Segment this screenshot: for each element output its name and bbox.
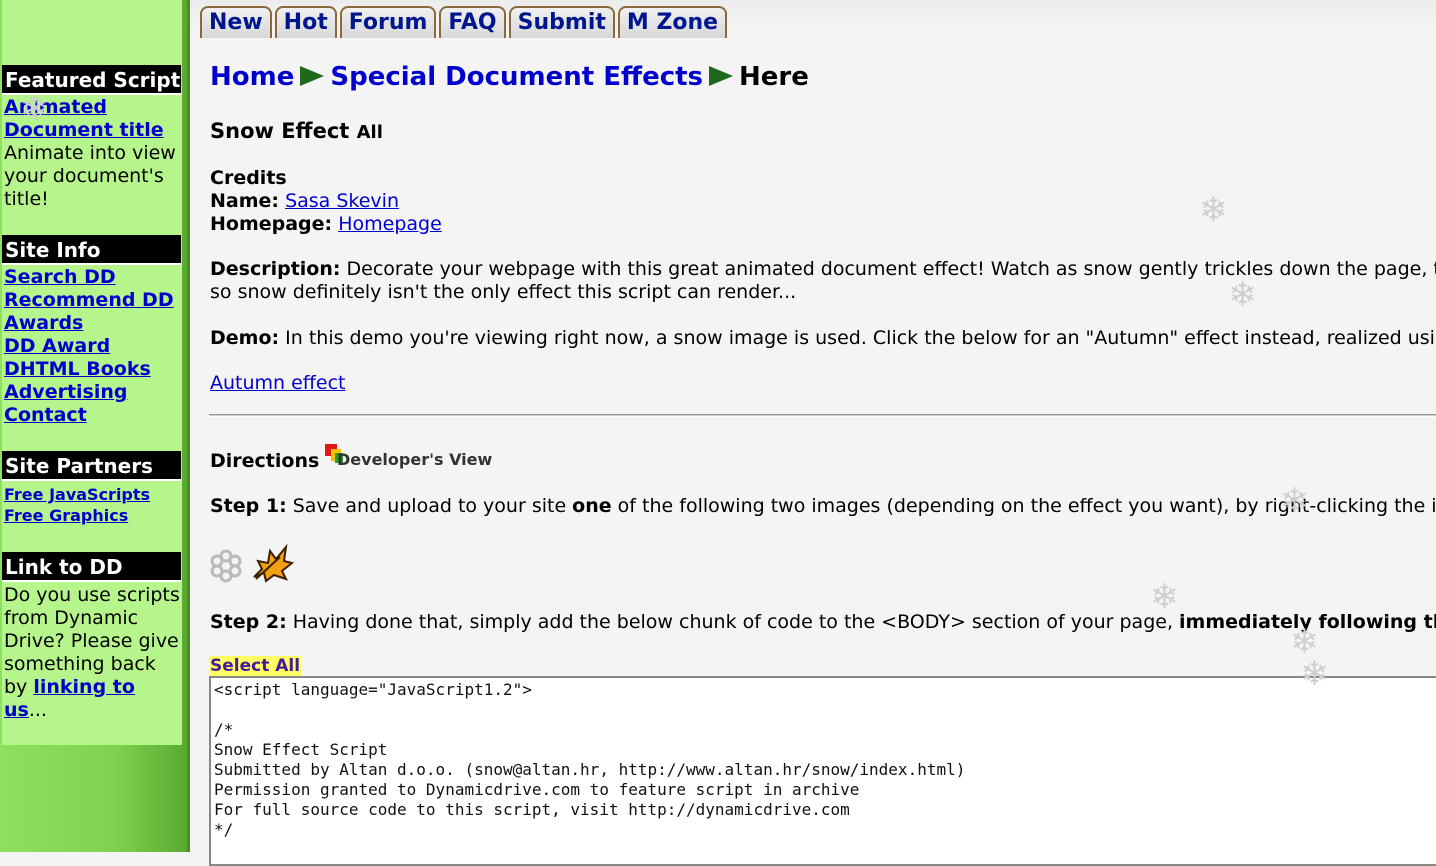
sidebar-item-advertising[interactable]: Advertising [4,381,174,404]
breadcrumb: Home Special Document Effects Here [210,62,809,92]
site-info-links: Search DD Recommend DD Awards DD Award D… [4,266,174,427]
credits-block: Credits Name: Sasa Skevin Homepage: Home… [210,167,442,236]
site-info-heading: Site Info [2,235,181,265]
link-to-dd-line: something back [4,653,182,676]
autumn-leaf-image[interactable] [250,543,294,583]
link-to-dd-text: Do you use scripts from Dynamic Drive? P… [4,584,182,722]
link-to-dd-line: Do you use scripts [4,584,182,607]
falling-snowflake-icon: ❄ [1228,278,1257,312]
description-label: Description: [210,258,341,280]
demo: Demo: In this demo you're viewing right … [210,327,1436,350]
breadcrumb-arrow-icon [300,66,324,86]
tab-forum[interactable]: Forum [340,6,437,38]
link-to-dd-line: from Dynamic [4,607,182,630]
sidebar-item-awards[interactable]: Awards [4,312,174,335]
code-textarea[interactable]: <script language="JavaScript1.2"> /* Sno… [209,676,1436,866]
step-2: Step 2: Having done that, simply add the… [210,611,1436,634]
sidebar-item-search-dd[interactable]: Search DD [4,266,174,289]
link-to-dd-heading: Link to DD [2,552,181,582]
falling-snowflake-icon: ❄ [1199,193,1228,227]
step-1: Step 1: Save and upload to your site one… [210,495,1436,518]
sidebar-item-free-javascripts[interactable]: Free JavaScripts [4,484,150,505]
demo-label: Demo: [210,327,279,349]
tab-faq[interactable]: FAQ [439,6,505,38]
sidebar-item-contact[interactable]: Contact [4,404,174,427]
tab-hot[interactable]: Hot [275,6,337,38]
falling-snowflake-icon: ❄ [1280,484,1309,518]
falling-snowflake-icon: ❄ [1150,580,1179,614]
sidebar-item-dhtml-books[interactable]: DHTML Books [4,358,174,381]
link-to-dd-line: Drive? Please give [4,630,182,653]
sidebar-item-recommend-dd[interactable]: Recommend DD [4,289,174,312]
breadcrumb-arrow-icon [709,66,733,86]
description-text: Decorate your webpage with this great an… [341,258,1436,280]
step2-text: Having done that, simply add the below c… [287,611,1179,633]
featured-script-description: Animate into view your document's title! [4,142,182,211]
breadcrumb-section[interactable]: Special Document Effects [330,62,703,92]
featured-desc-line: Animate into view [4,142,182,165]
select-all-button[interactable]: Select All [209,656,301,676]
page-title: Snow Effect All [210,120,383,144]
tab-submit[interactable]: Submit [509,6,615,38]
link-to-dd-ellipsis: ... [29,699,47,721]
step1-label: Step 1: [210,495,287,517]
tab-new[interactable]: New [200,6,272,38]
name-label: Name: [210,190,279,212]
featured-desc-line: your document's [4,165,182,188]
directions-heading: Directions [210,450,319,473]
snow-image[interactable] [209,548,243,584]
step1-text-end: of the following two images (depending o… [612,495,1436,517]
homepage-link[interactable]: Homepage [338,213,442,235]
breadcrumb-current: Here [739,62,809,92]
author-name-link[interactable]: Sasa Skevin [285,190,399,212]
script-title-suffix: All [357,122,383,143]
credits-heading: Credits [210,167,442,190]
leaf-icon [250,543,294,583]
sidebar-item-dd-award[interactable]: DD Award [4,335,174,358]
falling-snowflake-icon: ❄ [1300,657,1329,691]
linking-to-us-link-line2[interactable]: us [4,699,29,721]
site-partners-heading: Site Partners [2,451,181,481]
step1-emphasis: one [572,495,611,517]
featured-desc-line: title! [4,188,182,211]
homepage-label: Homepage: [210,213,332,235]
tab-m-zone[interactable]: M Zone [618,6,727,38]
sidebar-item-free-graphics[interactable]: Free Graphics [4,505,150,526]
linking-to-us-link[interactable]: linking to [33,676,135,698]
demo-text: In this demo you're viewing right now, a… [279,327,1436,349]
step1-text: Save and upload to your site [287,495,572,517]
falling-snowflake-icon: ❄ [20,92,49,126]
autumn-effect-link[interactable]: Autumn effect [210,372,346,394]
script-title: Snow Effect [210,119,349,143]
divider [209,414,1436,417]
developers-view-label: Developer's View [337,450,492,469]
step2-label: Step 2: [210,611,287,633]
tab-bar: NewHotForumFAQSubmitM Zone [200,6,730,38]
snowflake-icon [209,548,243,584]
link-to-dd-by: by [4,676,33,698]
site-partners-links: Free JavaScripts Free Graphics [4,484,150,526]
breadcrumb-home[interactable]: Home [210,62,294,92]
